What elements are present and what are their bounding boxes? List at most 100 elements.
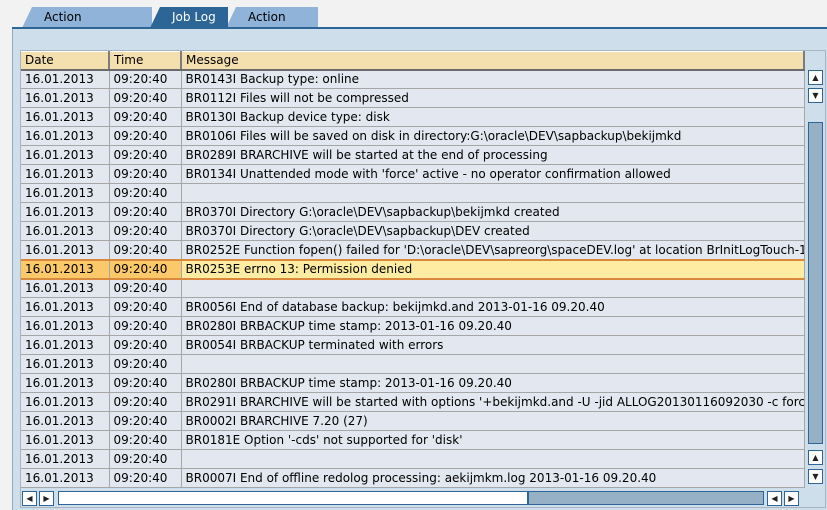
horizontal-scrollbar[interactable]: ◀ ▶ ◀ ▶ — [21, 490, 804, 507]
column-header-time[interactable]: Time — [109, 51, 182, 71]
vertical-scrollbar[interactable]: ▲ ▼ ▲ ▼ — [806, 69, 825, 487]
scroll-left-button[interactable]: ◀ — [22, 491, 37, 506]
cell-date[interactable]: 16.01.2013 — [21, 183, 110, 203]
scroll-right-button[interactable]: ▶ — [39, 491, 54, 506]
table-row[interactable]: 16.01.2013 09:20:40 — [21, 183, 805, 203]
scroll-up-button-bottom[interactable]: ▲ — [808, 450, 823, 465]
cell-time[interactable]: 09:20:40 — [109, 449, 182, 469]
cell-message[interactable]: BR0370I Directory G:\oracle\DEV\sapbacku… — [181, 202, 805, 222]
cell-date[interactable]: 16.01.2013 — [21, 107, 110, 127]
table-row[interactable]: 16.01.2013 09:20:40 BR0056I End of databas… — [21, 297, 805, 317]
cell-message[interactable] — [181, 449, 805, 469]
cell-date[interactable]: 16.01.2013 — [21, 354, 110, 374]
cell-time[interactable]: 09:20:40 — [109, 411, 182, 431]
scroll-down-button[interactable]: ▼ — [808, 88, 823, 103]
cell-message[interactable]: BR0291I BRARCHIVE will be started with o… — [181, 392, 805, 412]
table-row[interactable]: 16.01.2013 09:20:40 BR0106I Files will be … — [21, 126, 805, 146]
cell-date[interactable]: 16.01.2013 — [21, 145, 110, 165]
cell-time[interactable]: 09:20:40 — [109, 278, 182, 298]
table-row[interactable]: 16.01.2013 09:20:40 BR0370I Directory G:\o… — [21, 202, 805, 222]
cell-message[interactable]: BR0056I End of database backup: bekijmkd… — [181, 297, 805, 317]
cell-time[interactable]: 09:20:40 — [109, 373, 182, 393]
cell-time[interactable]: 09:20:40 — [109, 297, 182, 317]
cell-date[interactable]: 16.01.2013 — [21, 221, 110, 241]
table-row[interactable]: 16.01.2013 09:20:40 BR0291I BRARCHIVE will… — [21, 392, 805, 412]
cell-message[interactable]: BR0253E errno 13: Permission denied — [181, 258, 805, 280]
table-row[interactable]: 16.01.2013 09:20:40 BR0280I BRBACKUP time … — [21, 316, 805, 336]
cell-message[interactable]: BR0143I Backup type: online — [181, 69, 805, 89]
cell-time[interactable]: 09:20:40 — [109, 145, 182, 165]
cell-date[interactable]: 16.01.2013 — [21, 69, 110, 89]
cell-date[interactable]: 16.01.2013 — [21, 88, 110, 108]
table-row[interactable]: 16.01.2013 09:20:40 BR0007I End of offline… — [21, 468, 805, 488]
table-row[interactable]: 16.01.2013 09:20:40 BR0134I Unattended mod… — [21, 164, 805, 184]
cell-message[interactable]: BR0252E Function fopen() failed for 'D:\… — [181, 240, 805, 260]
cell-message[interactable]: BR0370I Directory G:\oracle\DEV\sapbacku… — [181, 221, 805, 241]
scroll-right-button-end[interactable]: ▶ — [784, 491, 799, 506]
cell-message[interactable]: BR0007I End of offline redolog processin… — [181, 468, 805, 488]
cell-message[interactable] — [181, 183, 805, 203]
table-row[interactable]: 16.01.2013 09:20:40 BR0370I Directory G:\o… — [21, 221, 805, 241]
table-row[interactable]: 16.01.2013 09:20:40 BR0002I BRARCHIVE 7.20… — [21, 411, 805, 431]
cell-date[interactable]: 16.01.2013 — [21, 202, 110, 222]
table-row[interactable]: 16.01.2013 09:20:40 — [21, 449, 805, 469]
scroll-left-button-end[interactable]: ◀ — [767, 491, 782, 506]
column-header-date[interactable]: Date — [21, 51, 110, 71]
cell-time[interactable]: 09:20:40 — [109, 221, 182, 241]
cell-date[interactable]: 16.01.2013 — [21, 468, 110, 488]
table-row[interactable]: 16.01.2013 09:20:40 BR0280I BRBACKUP time … — [21, 373, 805, 393]
cell-time[interactable]: 09:20:40 — [109, 202, 182, 222]
column-header-message[interactable]: Message — [181, 51, 805, 71]
cell-message[interactable]: BR0106I Files will be saved on disk in d… — [181, 126, 805, 146]
table-row[interactable]: 16.01.2013 09:20:40 — [21, 278, 805, 298]
table-row[interactable]: 16.01.2013 09:20:40 BR0289I BRARCHIVE will… — [21, 145, 805, 165]
table-row[interactable]: 16.01.2013 09:20:40 BR0112I Files will not… — [21, 88, 805, 108]
table-row[interactable]: 16.01.2013 09:20:40 BR0143I Backup type: o… — [21, 69, 805, 89]
cell-message[interactable]: BR0130I Backup device type: disk — [181, 107, 805, 127]
cell-date[interactable]: 16.01.2013 — [21, 411, 110, 431]
cell-time[interactable]: 09:20:40 — [109, 240, 182, 260]
cell-date[interactable]: 16.01.2013 — [21, 164, 110, 184]
tab-action-log[interactable]: Action Log — [226, 7, 318, 45]
cell-message[interactable]: BR0289I BRARCHIVE will be started at the… — [181, 145, 805, 165]
table-row[interactable]: 16.01.2013 09:20:40 BR0253E errno 13: Perm… — [21, 258, 805, 280]
table-row[interactable]: 16.01.2013 09:20:40 BR0181E Option '-cds' … — [21, 430, 805, 450]
cell-date[interactable]: 16.01.2013 — [21, 373, 110, 393]
cell-date[interactable]: 16.01.2013 — [21, 392, 110, 412]
cell-date[interactable]: 16.01.2013 — [21, 316, 110, 336]
cell-message[interactable] — [181, 278, 805, 298]
horizontal-scroll-track[interactable] — [58, 491, 528, 505]
cell-time[interactable]: 09:20:40 — [109, 468, 182, 488]
cell-time[interactable]: 09:20:40 — [109, 107, 182, 127]
cell-time[interactable]: 09:20:40 — [109, 164, 182, 184]
table-row[interactable]: 16.01.2013 09:20:40 BR0054I BRBACKUP termi… — [21, 335, 805, 355]
tab-job-log[interactable]: Job Log — [150, 7, 228, 28]
tab-action-parameters[interactable]: Action Parameters — [22, 7, 152, 45]
horizontal-scroll-thumb[interactable] — [528, 491, 764, 505]
cell-time[interactable]: 09:20:40 — [109, 335, 182, 355]
cell-message[interactable] — [181, 354, 805, 374]
cell-time[interactable]: 09:20:40 — [109, 88, 182, 108]
cell-date[interactable]: 16.01.2013 — [21, 430, 110, 450]
cell-date[interactable]: 16.01.2013 — [21, 240, 110, 260]
scroll-up-button[interactable]: ▲ — [808, 70, 823, 85]
cell-message[interactable]: BR0054I BRBACKUP terminated with errors — [181, 335, 805, 355]
table-row[interactable]: 16.01.2013 09:20:40 BR0252E Function fopen… — [21, 240, 805, 260]
cell-time[interactable]: 09:20:40 — [109, 392, 182, 412]
cell-date[interactable]: 16.01.2013 — [21, 258, 110, 280]
cell-message[interactable]: BR0280I BRBACKUP time stamp: 2013-01-16 … — [181, 316, 805, 336]
cell-message[interactable]: BR0280I BRBACKUP time stamp: 2013-01-16 … — [181, 373, 805, 393]
cell-time[interactable]: 09:20:40 — [109, 69, 182, 89]
vertical-scroll-thumb[interactable] — [808, 122, 823, 444]
cell-time[interactable]: 09:20:40 — [109, 258, 182, 280]
cell-date[interactable]: 16.01.2013 — [21, 449, 110, 469]
cell-time[interactable]: 09:20:40 — [109, 354, 182, 374]
cell-date[interactable]: 16.01.2013 — [21, 335, 110, 355]
cell-message[interactable]: BR0112I Files will not be compressed — [181, 88, 805, 108]
cell-date[interactable]: 16.01.2013 — [21, 278, 110, 298]
table-row[interactable]: 16.01.2013 09:20:40 — [21, 354, 805, 374]
table-row[interactable]: 16.01.2013 09:20:40 BR0130I Backup device … — [21, 107, 805, 127]
cell-time[interactable]: 09:20:40 — [109, 183, 182, 203]
cell-message[interactable]: BR0002I BRARCHIVE 7.20 (27) — [181, 411, 805, 431]
cell-time[interactable]: 09:20:40 — [109, 126, 182, 146]
